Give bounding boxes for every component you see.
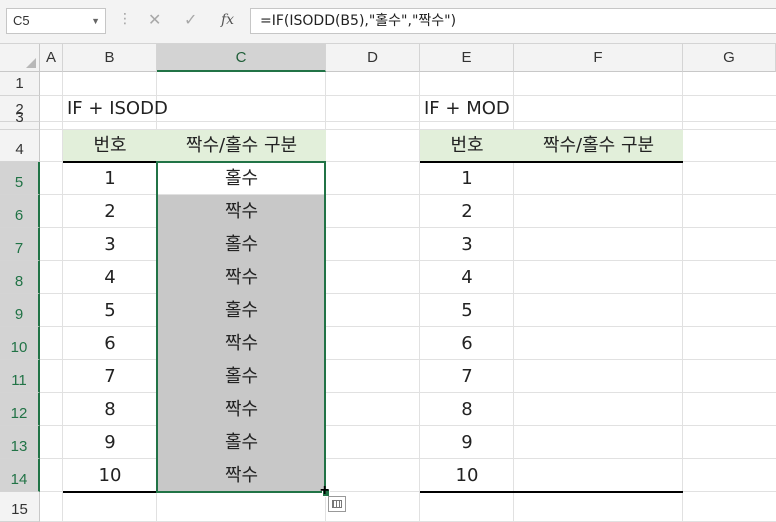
close-icon[interactable]: ✕: [148, 10, 161, 30]
row-header-11[interactable]: 11: [0, 360, 40, 393]
row-number: 12: [10, 405, 28, 422]
left-number-cell[interactable]: 3: [63, 228, 157, 261]
check-icon[interactable]: ✓: [184, 10, 197, 30]
row-number: 4: [15, 141, 24, 158]
table-border: [420, 491, 683, 493]
left-table-title[interactable]: IF + ISODD: [63, 96, 420, 122]
left-number-cell[interactable]: 6: [63, 327, 157, 360]
left-number-cell[interactable]: 9: [63, 426, 157, 459]
right-number-cell[interactable]: 10: [420, 459, 514, 492]
right-result-cell[interactable]: [514, 294, 683, 327]
select-all-corner[interactable]: [0, 44, 40, 72]
right-number-cell[interactable]: 3: [420, 228, 514, 261]
row-header-3[interactable]: 3: [0, 109, 40, 130]
row-header-7[interactable]: 7: [0, 228, 40, 261]
row-header-10[interactable]: 10: [0, 327, 40, 360]
row-header-9[interactable]: 9: [0, 294, 40, 327]
row-number: 13: [10, 438, 28, 455]
row-number: 11: [11, 372, 27, 389]
column-header-e[interactable]: E: [420, 44, 514, 72]
column-header-b[interactable]: B: [63, 44, 157, 72]
selection-range: [156, 161, 326, 493]
left-number-cell[interactable]: 10: [63, 459, 157, 492]
right-table-title[interactable]: IF + MOD: [420, 96, 683, 122]
row-number: 10: [10, 339, 28, 356]
left-number-cell[interactable]: 4: [63, 261, 157, 294]
row-number: 14: [10, 471, 28, 488]
right-result-cell[interactable]: [514, 162, 683, 195]
table-border: [420, 161, 683, 163]
right-result-cell[interactable]: [514, 393, 683, 426]
left-number-cell[interactable]: 5: [63, 294, 157, 327]
row-header-4[interactable]: 4: [0, 130, 40, 162]
right-number-cell[interactable]: 2: [420, 195, 514, 228]
left-header-number[interactable]: 번호: [63, 130, 157, 162]
name-box-value: C5: [13, 13, 30, 28]
row-header-6[interactable]: 6: [0, 195, 40, 228]
formula-bar: C5 ▼ ⋮ ✕ ✓ fx =IF(ISODD(B5),"홀수","짝수"): [0, 0, 776, 44]
chevron-down-icon[interactable]: ▼: [91, 9, 100, 33]
row-header-14[interactable]: 14: [0, 459, 40, 492]
row-number: 6: [14, 207, 24, 224]
row-number: 3: [15, 109, 24, 126]
right-result-cell[interactable]: [514, 261, 683, 294]
right-number-cell[interactable]: 1: [420, 162, 514, 195]
right-number-cell[interactable]: 8: [420, 393, 514, 426]
column-header-g[interactable]: G: [683, 44, 776, 72]
right-result-cell[interactable]: [514, 228, 683, 261]
row-header-13[interactable]: 13: [0, 426, 40, 459]
right-header-parity[interactable]: 짝수/홀수 구분: [514, 130, 683, 162]
row-number: 9: [14, 306, 24, 323]
formula-input[interactable]: =IF(ISODD(B5),"홀수","짝수"): [250, 8, 776, 34]
row-header-12[interactable]: 12: [0, 393, 40, 426]
column-header-d[interactable]: D: [326, 44, 420, 72]
right-number-cell[interactable]: 7: [420, 360, 514, 393]
left-number-cell[interactable]: 2: [63, 195, 157, 228]
column-header-f[interactable]: F: [514, 44, 683, 72]
row-header-8[interactable]: 8: [0, 261, 40, 294]
left-number-cell[interactable]: 7: [63, 360, 157, 393]
row-number: 15: [11, 501, 28, 518]
row-header-1[interactable]: 1: [0, 72, 40, 96]
right-result-cell[interactable]: [514, 459, 683, 492]
row-number: 8: [14, 273, 24, 290]
row-number: 1: [15, 75, 24, 92]
column-header-a[interactable]: A: [40, 44, 63, 72]
right-number-cell[interactable]: 4: [420, 261, 514, 294]
right-number-cell[interactable]: 9: [420, 426, 514, 459]
right-result-cell[interactable]: [514, 195, 683, 228]
left-header-parity[interactable]: 짝수/홀수 구분: [157, 130, 326, 162]
name-box[interactable]: C5 ▼: [6, 8, 106, 34]
column-header-c[interactable]: C: [157, 44, 326, 72]
right-number-cell[interactable]: 5: [420, 294, 514, 327]
right-header-number[interactable]: 번호: [420, 130, 514, 162]
right-result-cell[interactable]: [514, 426, 683, 459]
left-number-cell[interactable]: 8: [63, 393, 157, 426]
left-number-cell[interactable]: 1: [63, 162, 157, 195]
row-number: 7: [14, 240, 24, 257]
row-header-15[interactable]: 15: [0, 492, 40, 522]
right-number-cell[interactable]: 6: [420, 327, 514, 360]
more-options-icon: ⋮: [118, 10, 132, 26]
insert-function-icon[interactable]: fx: [221, 12, 234, 28]
row-number: 5: [14, 174, 24, 191]
right-result-cell[interactable]: [514, 327, 683, 360]
right-result-cell[interactable]: [514, 360, 683, 393]
row-header-5[interactable]: 5: [0, 162, 40, 195]
quick-analysis-icon[interactable]: [328, 496, 346, 512]
